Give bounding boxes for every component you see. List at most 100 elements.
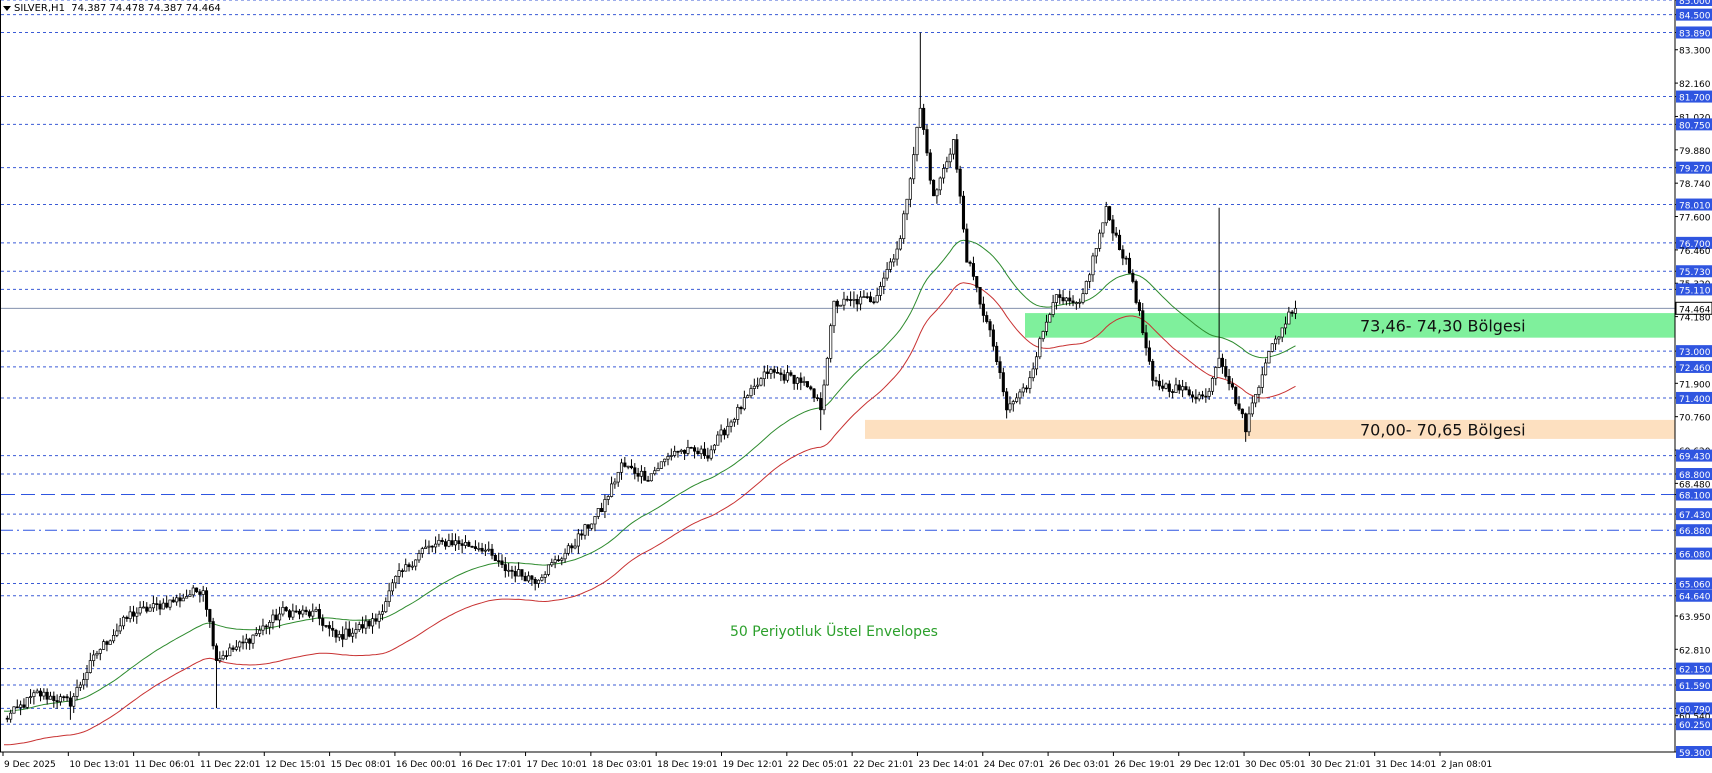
candle-body (932, 179, 936, 197)
candle-body (895, 248, 899, 260)
candle-body (75, 687, 79, 697)
price-chart[interactable]: 73,46- 74,30 Bölgesi 70,00- 70,65 Bölgesi… (0, 0, 1712, 773)
candle-body (208, 609, 212, 622)
candle-body (965, 228, 969, 263)
candle-body (278, 613, 282, 621)
candle-body (331, 627, 335, 631)
candle-body (626, 465, 630, 468)
x-tick-label: 12 Dec 15:01 (265, 760, 326, 770)
candle-body (1134, 281, 1138, 303)
candle-body (643, 470, 647, 481)
candle-body (145, 606, 149, 612)
candle-body (1204, 395, 1208, 398)
y-tick-label: 82.160 (1679, 80, 1711, 90)
candle-body (337, 634, 341, 638)
y-tick-label: 61.590 (1679, 682, 1711, 692)
x-tick-label: 11 Dec 22:01 (200, 760, 261, 770)
candle-body (1240, 408, 1244, 415)
y-tick-label: 78.010 (1679, 202, 1711, 212)
y-tick-label: 69.430 (1679, 453, 1711, 463)
candle-body (543, 574, 547, 578)
candle-body (872, 301, 876, 304)
candle-body (1108, 206, 1112, 221)
candle-body (490, 548, 494, 556)
candle-body (1277, 336, 1281, 340)
x-tick-label: 17 Dec 10:01 (527, 760, 588, 770)
candle-body (1151, 360, 1155, 381)
candle-body (613, 481, 617, 485)
candle-body (603, 499, 607, 513)
candle-body (888, 261, 892, 270)
candle-body (307, 611, 311, 617)
y-tick-label: 66.080 (1679, 551, 1711, 561)
candle-body (463, 542, 468, 546)
candle-body (1058, 294, 1062, 298)
candle-body (453, 540, 458, 546)
y-tick-label: 67.430 (1679, 511, 1711, 521)
candle-body (407, 564, 411, 568)
y-tick-label: 77.600 (1679, 214, 1711, 224)
candle-body (1111, 219, 1115, 234)
candle-body (776, 372, 780, 374)
candle-body (32, 692, 36, 697)
candle-body (683, 449, 687, 454)
x-tick-label: 22 Dec 21:01 (853, 760, 914, 770)
candle-body (155, 603, 159, 605)
candle-body (1104, 206, 1108, 224)
candle-body (125, 616, 129, 619)
candle-body (653, 470, 657, 475)
candle-body (951, 139, 956, 155)
y-tick-label: 84.500 (1679, 12, 1711, 22)
candle-body (978, 286, 982, 305)
candle-body (135, 612, 139, 617)
candle-body (1071, 300, 1075, 304)
candle-body (819, 398, 823, 411)
candle-body (158, 603, 162, 610)
x-tick-label: 26 Dec 19:01 (1114, 760, 1175, 770)
candle-body (659, 461, 663, 469)
candle-body (566, 545, 570, 554)
candle-body (553, 559, 557, 563)
candle-body (815, 397, 819, 400)
candle-body (390, 582, 394, 592)
candle-body (600, 508, 604, 513)
candle-body (387, 590, 391, 603)
dropdown-arrow-icon[interactable] (3, 6, 11, 11)
candle-body (1164, 383, 1168, 389)
candle-body (1274, 338, 1278, 345)
x-tick-label: 24 Dec 07:01 (984, 760, 1045, 770)
candle-body (301, 609, 305, 615)
candle-body (19, 704, 23, 708)
candle-body (314, 609, 318, 612)
candle-body (686, 447, 690, 454)
candle-body (749, 388, 753, 397)
candle-body (991, 329, 995, 347)
candle-body (610, 483, 614, 497)
candle-body (666, 456, 670, 460)
candle-body (231, 647, 235, 650)
candle-body (324, 625, 328, 627)
candle-body (583, 524, 587, 536)
candle-body (460, 543, 464, 546)
candle-body (968, 261, 972, 264)
candle-body (1181, 386, 1185, 391)
candle-body (105, 641, 109, 645)
candle-body (1101, 222, 1105, 234)
candle-body (102, 641, 106, 650)
candle-body (649, 473, 653, 482)
y-tick-label: 79.270 (1679, 165, 1711, 175)
candle-body (447, 540, 451, 547)
candle-body (689, 447, 693, 449)
candle-body (341, 634, 345, 640)
candle-body (374, 618, 378, 622)
candle-body (606, 496, 610, 500)
candle-body (151, 603, 155, 609)
candle-body (440, 539, 444, 543)
candle-body (52, 695, 56, 701)
candle-body (45, 691, 49, 700)
candle-body (1200, 394, 1205, 397)
candle-body (410, 565, 414, 568)
candle-body (351, 632, 355, 637)
y-tick-label: 73.000 (1679, 348, 1711, 358)
x-tick-label: 2 Jan 08:01 (1441, 760, 1492, 770)
